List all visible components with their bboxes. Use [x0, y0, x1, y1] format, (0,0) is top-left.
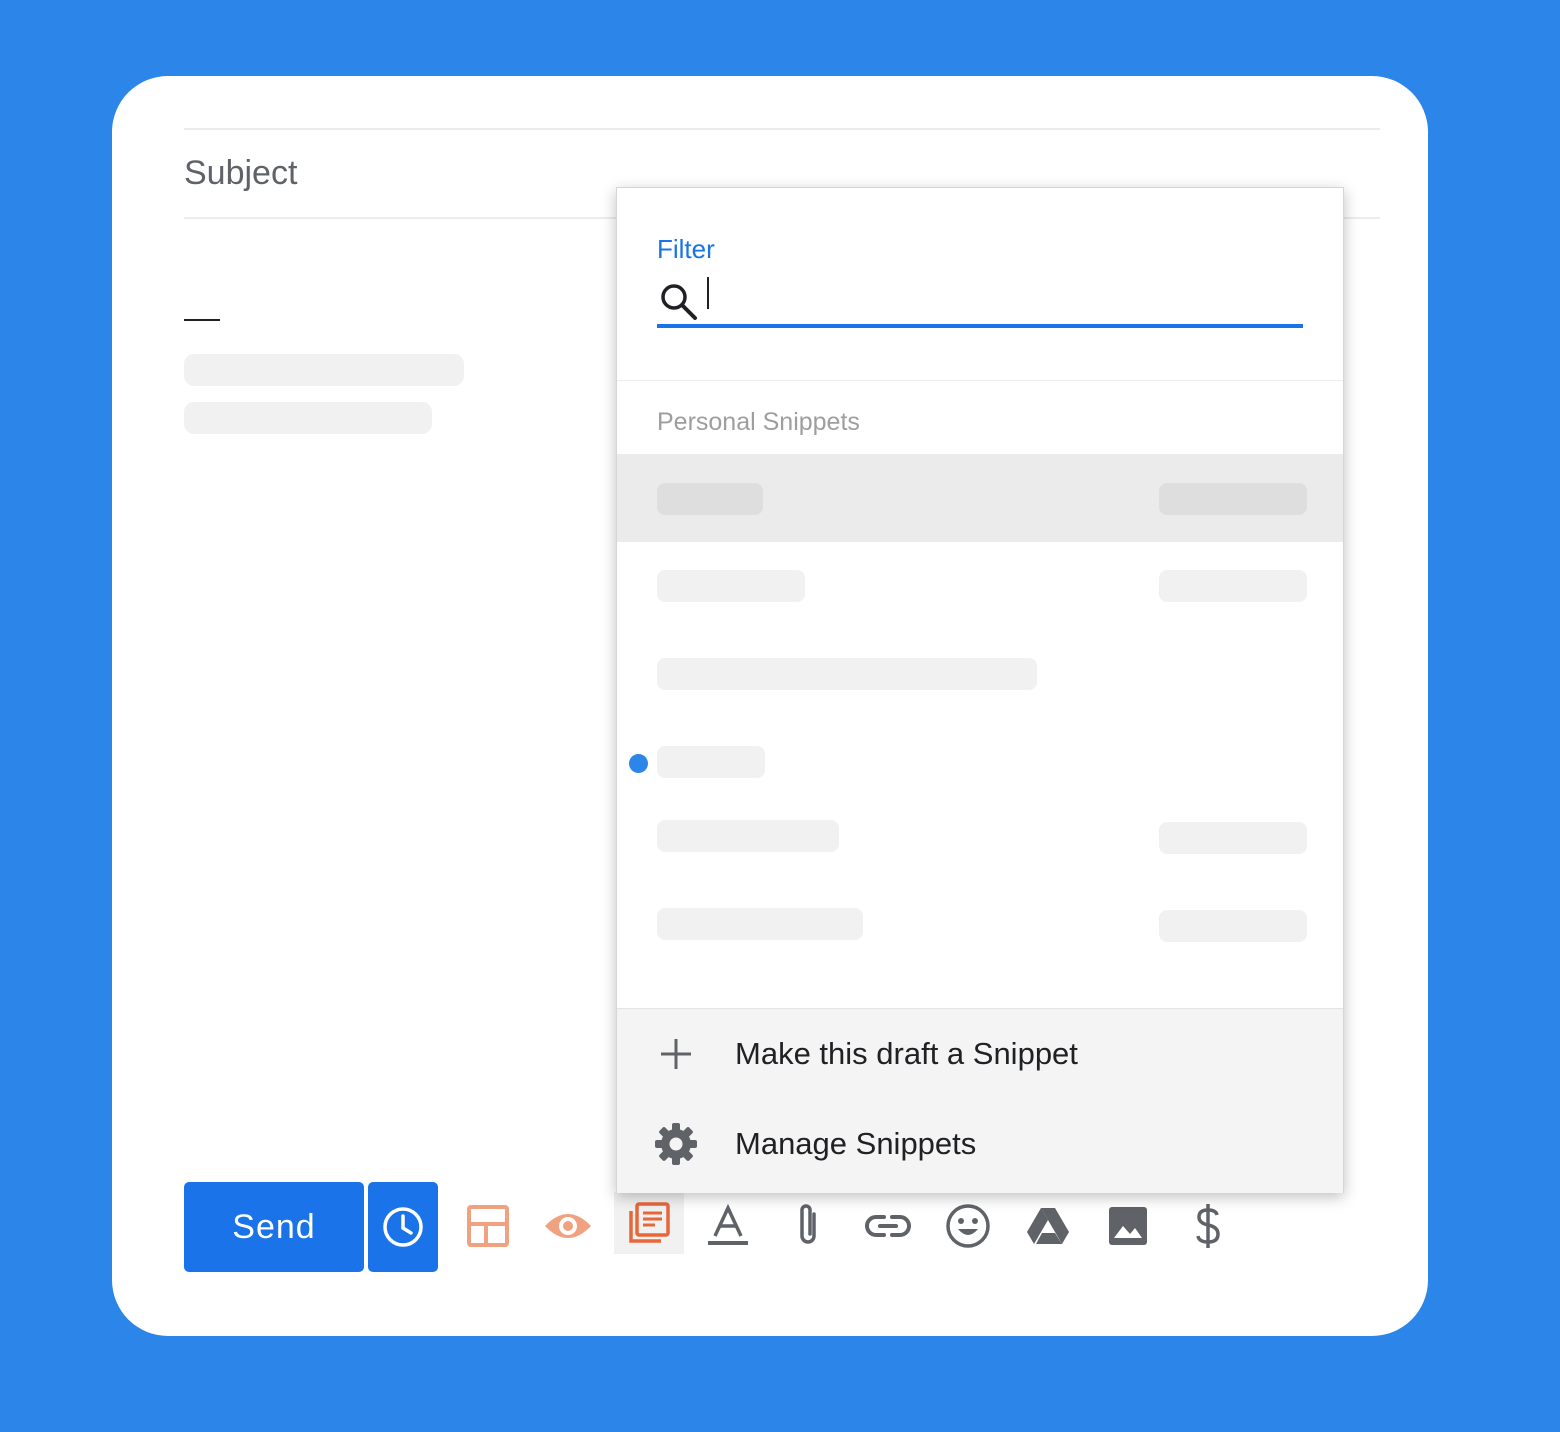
schedule-send-icon: [383, 1207, 423, 1247]
manage-snippets-button[interactable]: Manage Snippets: [617, 1099, 1343, 1189]
signature-dash: [184, 319, 220, 321]
tracking-button[interactable]: [540, 1198, 596, 1254]
drive-button[interactable]: [1020, 1198, 1076, 1254]
payment-dollar-icon: [1196, 1204, 1220, 1248]
templates-layout-icon: [467, 1205, 509, 1247]
section-title: Personal Snippets: [657, 408, 860, 436]
subject-field[interactable]: Subject: [184, 154, 297, 193]
attach-icon: [800, 1204, 816, 1244]
unread-dot: [629, 754, 648, 773]
make-snippet-button[interactable]: Make this draft a Snippet: [617, 1009, 1343, 1099]
divider: [617, 380, 1343, 381]
search-icon: [659, 282, 699, 327]
send-button[interactable]: Send: [184, 1182, 364, 1272]
formatting-icon: [708, 1204, 748, 1245]
body-placeholder-line: [184, 402, 432, 434]
plus-icon: [617, 1037, 735, 1071]
filter-input[interactable]: [707, 277, 709, 309]
snippets-dropdown: Filter Personal Snippets Make this draft…: [616, 187, 1344, 1193]
snippet-item[interactable]: [617, 454, 1343, 542]
attach-button[interactable]: [780, 1198, 836, 1254]
body-placeholder-line: [184, 354, 464, 386]
manage-snippets-label: Manage Snippets: [735, 1126, 977, 1161]
schedule-send-button[interactable]: [368, 1182, 438, 1272]
link-icon: [865, 1215, 911, 1237]
photo-icon: [1109, 1207, 1147, 1245]
filter-underline: [657, 324, 1303, 328]
link-button[interactable]: [860, 1198, 916, 1254]
filter-label: Filter: [657, 234, 715, 264]
gear-icon: [617, 1122, 735, 1166]
menu-footer: Make this draft a Snippet Manage Snippet…: [617, 1008, 1343, 1193]
snippets-icon: [629, 1202, 670, 1243]
drive-icon: [1027, 1208, 1069, 1244]
photo-button[interactable]: [1100, 1198, 1156, 1254]
templates-button[interactable]: [460, 1198, 516, 1254]
tracking-eye-icon: [545, 1214, 591, 1238]
formatting-button[interactable]: [700, 1198, 756, 1254]
snippets-button[interactable]: [614, 1192, 684, 1254]
emoji-button[interactable]: [940, 1198, 996, 1254]
emoji-icon: [946, 1204, 990, 1248]
make-snippet-label: Make this draft a Snippet: [735, 1036, 1078, 1071]
divider: [184, 128, 1380, 130]
payment-button[interactable]: [1180, 1198, 1236, 1254]
